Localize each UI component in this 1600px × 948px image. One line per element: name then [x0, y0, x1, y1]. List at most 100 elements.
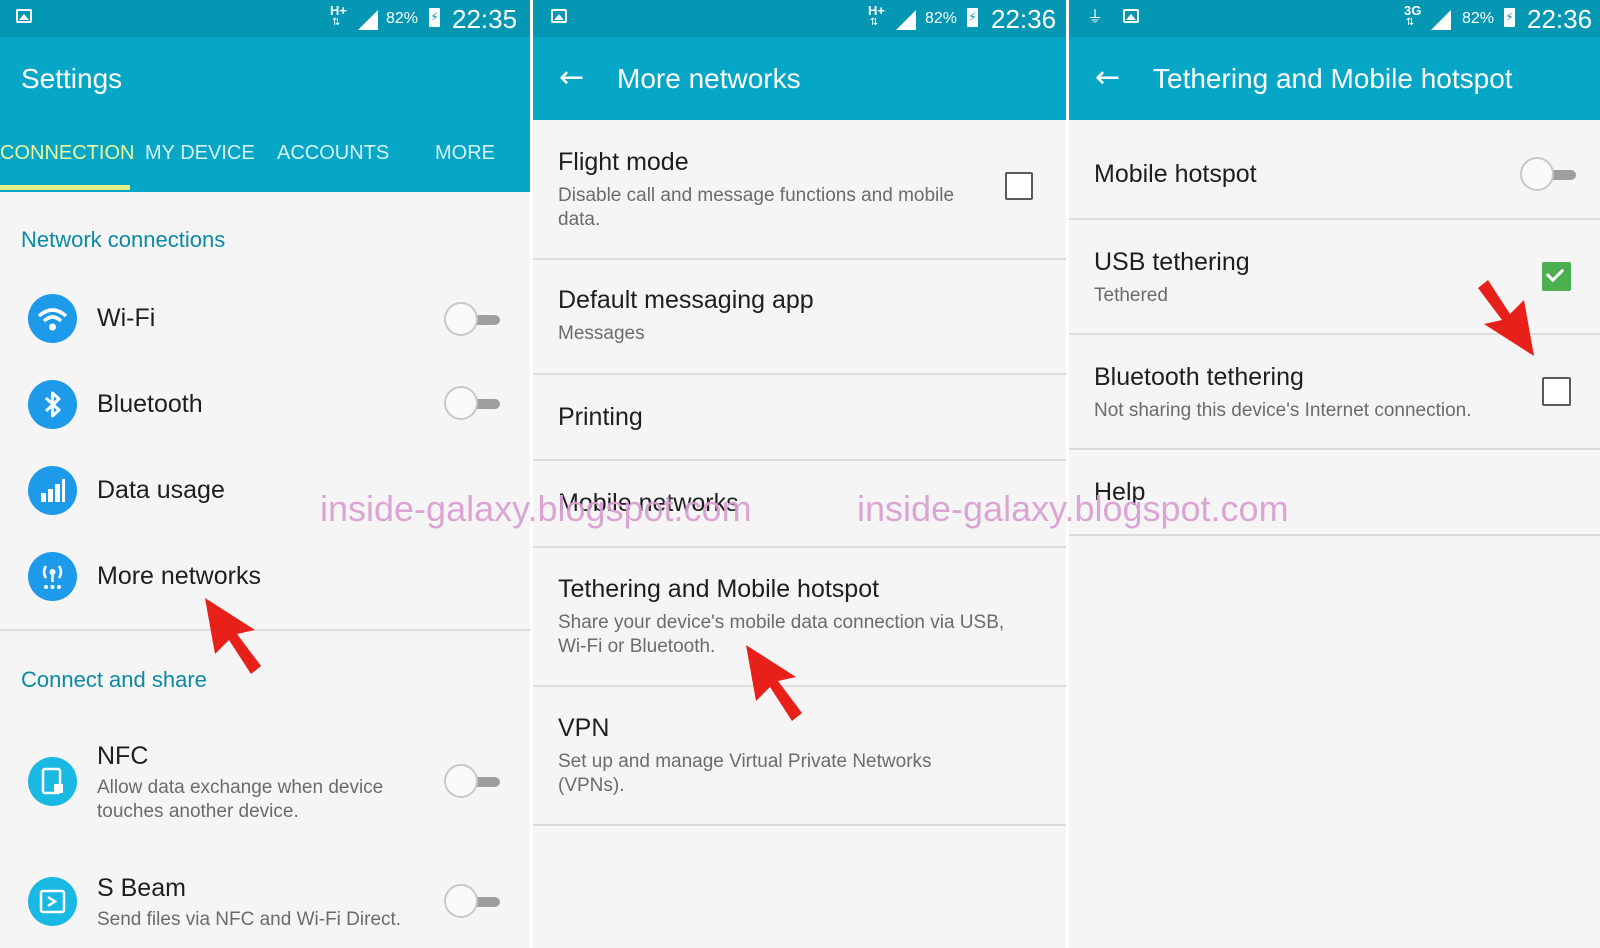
- default-messaging-row[interactable]: Default messaging app Messages: [533, 260, 1066, 373]
- watermark-text: inside-galaxy.blogspot.com: [857, 488, 1289, 529]
- nfc-label: NFC: [97, 742, 149, 770]
- section-network-connections: Network connections: [21, 227, 226, 252]
- vpn-label: VPN: [558, 714, 610, 742]
- back-arrow-icon[interactable]: ←: [559, 63, 593, 97]
- toggle-thumb: [444, 302, 478, 336]
- nfc-icon: [28, 757, 77, 806]
- section-connect-and-share: Connect and share: [21, 667, 207, 692]
- s-beam-label: S Beam: [97, 874, 186, 902]
- printing-row[interactable]: Printing: [533, 375, 1066, 459]
- usb-icon: ⏚: [1086, 7, 1103, 26]
- divider: [0, 629, 530, 631]
- status-bar: H+ ⇅ 82% 22:35: [0, 0, 530, 37]
- page-title: Tethering and Mobile hotspot: [1153, 63, 1513, 94]
- nfc-row[interactable]: NFC Allow data exchange when device touc…: [0, 730, 530, 830]
- antenna-icon: [28, 552, 77, 601]
- page-title: More networks: [617, 63, 801, 94]
- s-beam-row[interactable]: S Beam Send files via NFC and Wi-Fi Dire…: [0, 862, 530, 948]
- settings-screen: H+ ⇅ 82% 22:35 Settings CONNECTION MY DE…: [0, 0, 530, 948]
- wifi-toggle[interactable]: [444, 302, 502, 338]
- battery-percent: 82%: [925, 10, 958, 27]
- toggle-thumb: [1520, 157, 1554, 191]
- red-pointer-arrow-2: [746, 645, 802, 721]
- gallery-icon: [1123, 9, 1139, 23]
- status-clock: 22:36: [1527, 4, 1593, 34]
- s-beam-description: Send files via NFC and Wi-Fi Direct.: [97, 909, 402, 930]
- tab-my-device[interactable]: MY DEVICE: [145, 142, 255, 165]
- status-bar: H+ ⇅ 82% 22:36: [533, 0, 1066, 37]
- watermark-text: inside-galaxy.blogspot.com: [320, 488, 752, 529]
- more-networks-row[interactable]: More networks: [0, 536, 530, 616]
- bluetooth-icon: [28, 380, 77, 429]
- divider: [533, 824, 1066, 826]
- battery-percent: 82%: [386, 10, 419, 27]
- back-arrow-icon[interactable]: ←: [1095, 63, 1129, 97]
- wifi-label: Wi-Fi: [97, 304, 156, 332]
- tab-more[interactable]: MORE: [435, 142, 495, 165]
- data-arrows-icon: ⇅: [870, 17, 879, 28]
- gallery-icon: [551, 9, 567, 23]
- bluetooth-row[interactable]: Bluetooth: [0, 364, 530, 444]
- printing-label: Printing: [558, 403, 643, 431]
- bluetooth-label: Bluetooth: [97, 390, 203, 418]
- usb-tethering-label: USB tethering: [1094, 248, 1250, 276]
- data-arrows-icon: ⇅: [1406, 17, 1415, 28]
- toggle-thumb: [444, 386, 478, 420]
- wifi-row[interactable]: Wi-Fi: [0, 278, 530, 358]
- more-networks-label: More networks: [97, 562, 261, 590]
- flight-mode-checkbox[interactable]: [1005, 172, 1033, 200]
- bluetooth-tethering-label: Bluetooth tethering: [1094, 363, 1304, 391]
- tethering-screen: ⏚ 3G ⇅ 82% 22:36 ← Tethering and Mobile …: [1069, 0, 1600, 948]
- default-messaging-label: Default messaging app: [558, 286, 814, 314]
- battery-icon: [429, 8, 440, 27]
- flight-mode-label: Flight mode: [558, 148, 689, 176]
- s-beam-toggle[interactable]: [444, 884, 502, 920]
- data-usage-label: Data usage: [97, 476, 225, 504]
- bluetooth-tethering-checkbox[interactable]: [1542, 377, 1571, 406]
- status-clock: 22:35: [452, 4, 518, 34]
- settings-tabs: CONNECTION MY DEVICE ACCOUNTS MORE: [0, 120, 530, 192]
- flight-mode-description: Disable call and message functions and m…: [558, 185, 955, 230]
- network-type-label: H+: [868, 3, 885, 18]
- bar-chart-icon: [28, 466, 77, 515]
- mobile-hotspot-label: Mobile hotspot: [1094, 160, 1257, 188]
- vpn-description: Set up and manage Virtual Private Networ…: [558, 751, 932, 796]
- more-networks-screen: H+ ⇅ 82% 22:36 ← More networks Flight mo…: [533, 0, 1066, 948]
- usb-tethering-checkbox[interactable]: [1542, 262, 1571, 291]
- gallery-icon: [16, 9, 32, 23]
- app-bar: Settings: [0, 37, 530, 120]
- battery-icon: [967, 8, 978, 27]
- nfc-toggle[interactable]: [444, 764, 502, 800]
- default-messaging-value: Messages: [558, 323, 645, 344]
- mobile-hotspot-row[interactable]: Mobile hotspot: [1069, 120, 1600, 218]
- status-bar: ⏚ 3G ⇅ 82% 22:36: [1069, 0, 1600, 37]
- mobile-hotspot-toggle[interactable]: [1520, 157, 1578, 193]
- app-bar: ← More networks: [533, 37, 1066, 120]
- tab-accounts[interactable]: ACCOUNTS: [277, 142, 389, 165]
- toggle-thumb: [444, 764, 478, 798]
- flight-mode-row[interactable]: Flight mode Disable call and message fun…: [533, 120, 1066, 258]
- nfc-description: Allow data exchange when device touches …: [97, 777, 384, 822]
- tab-connection[interactable]: CONNECTION: [0, 142, 134, 165]
- divider: [1069, 534, 1600, 536]
- network-type-label: 3G: [1404, 3, 1422, 18]
- wifi-icon: [28, 294, 77, 343]
- data-arrows-icon: ⇅: [332, 17, 341, 28]
- bluetooth-tethering-status: Not sharing this device's Internet conne…: [1094, 400, 1472, 421]
- s-beam-icon: [28, 877, 77, 926]
- red-pointer-arrow-3: [1478, 280, 1534, 356]
- bluetooth-toggle[interactable]: [444, 386, 502, 422]
- toggle-thumb: [444, 884, 478, 918]
- signal-icon: [358, 10, 378, 30]
- active-tab-indicator: [0, 185, 130, 190]
- network-type-label: H+: [330, 3, 347, 18]
- signal-icon: [1431, 10, 1451, 30]
- tethering-label: Tethering and Mobile hotspot: [558, 575, 880, 603]
- signal-icon: [896, 10, 916, 30]
- app-bar: ← Tethering and Mobile hotspot: [1069, 37, 1600, 120]
- usb-tethering-status: Tethered: [1094, 285, 1168, 306]
- red-pointer-arrow-1: [205, 598, 261, 674]
- battery-icon: [1504, 8, 1515, 27]
- page-title: Settings: [21, 63, 123, 94]
- battery-percent: 82%: [1462, 10, 1495, 27]
